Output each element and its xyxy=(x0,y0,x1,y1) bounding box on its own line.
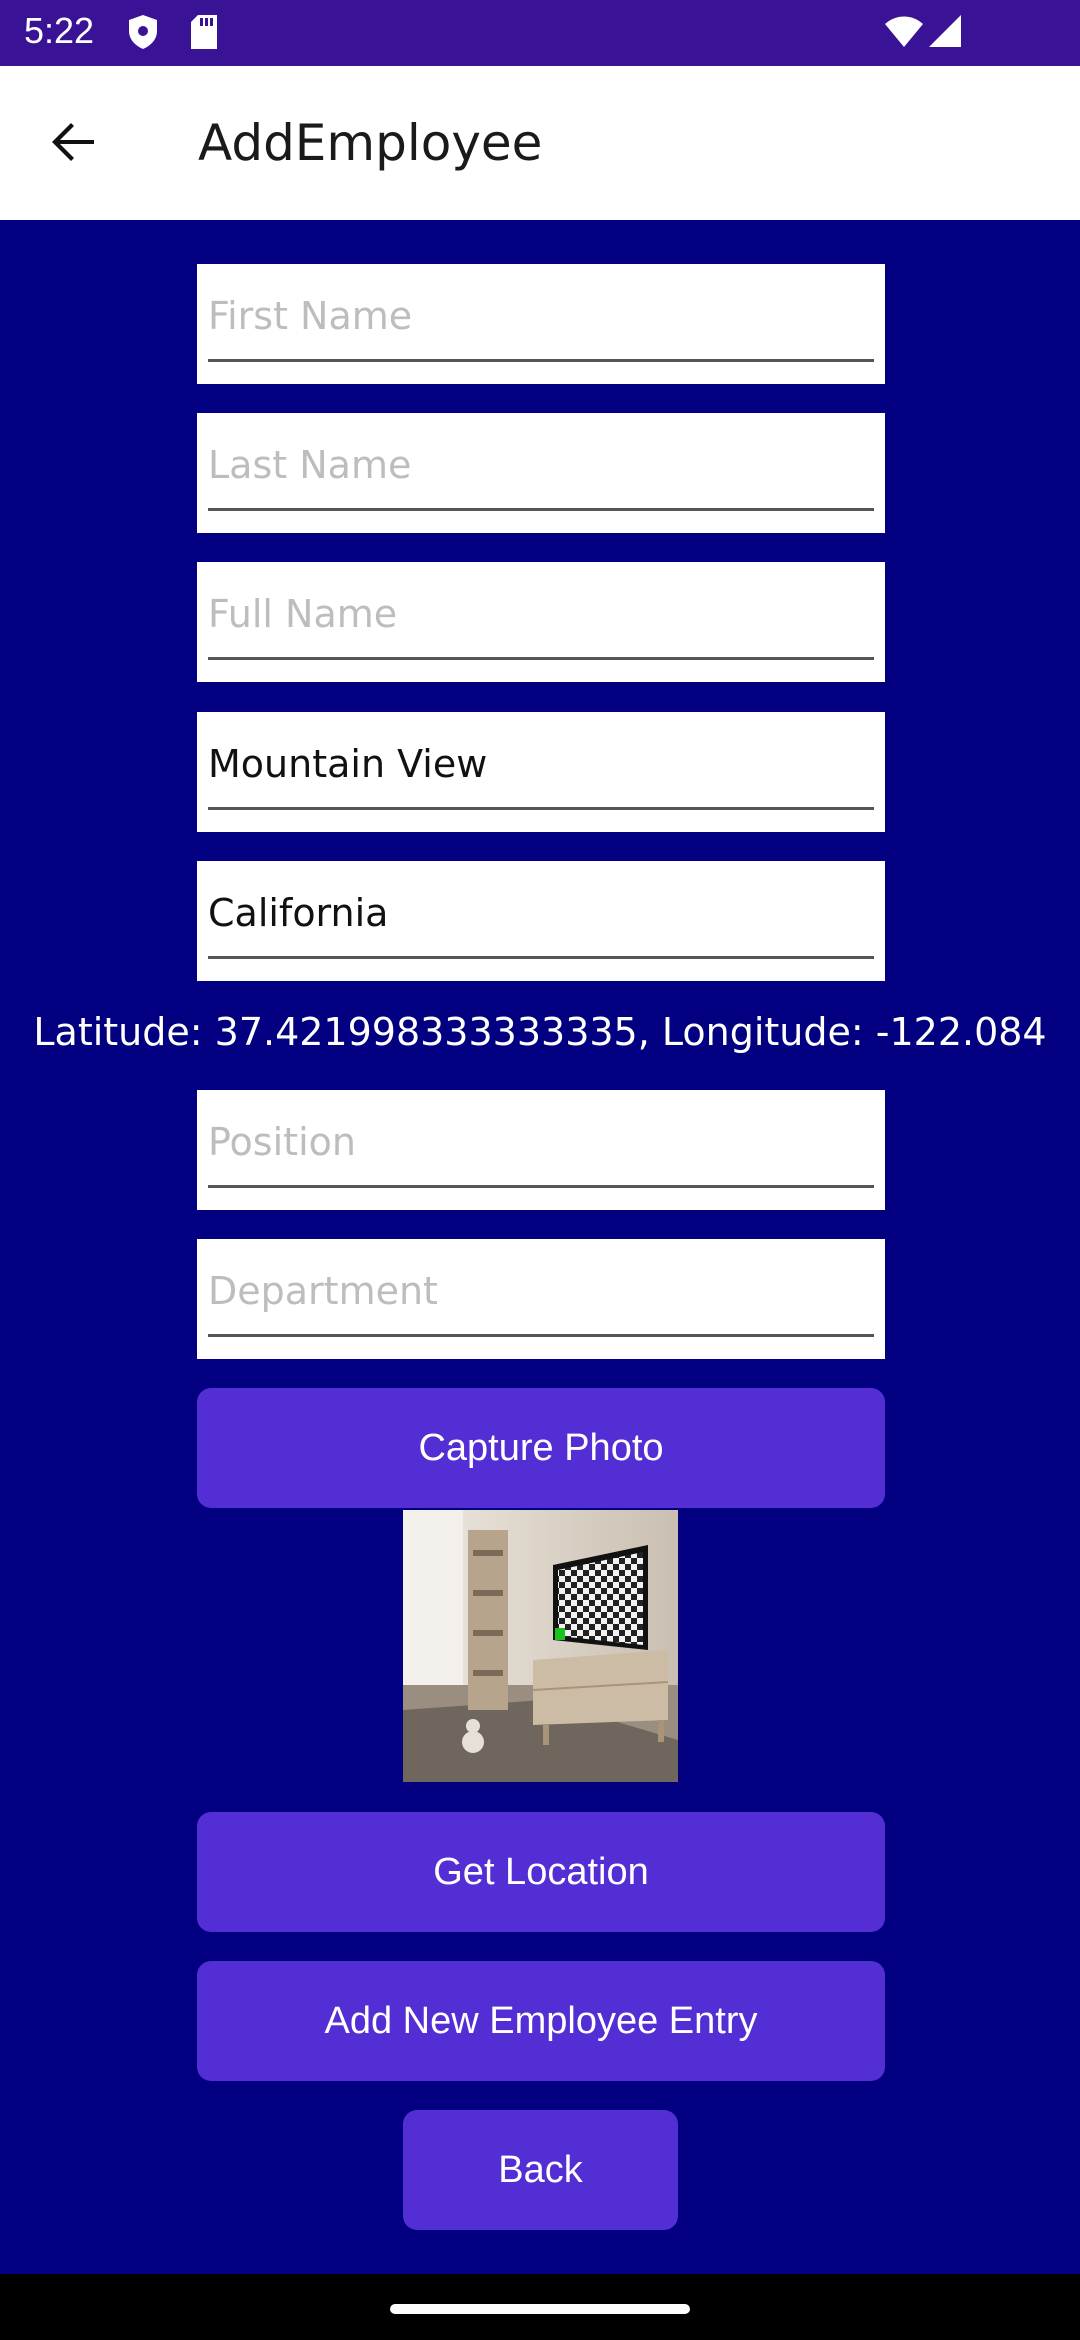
position-field[interactable]: Position xyxy=(197,1090,885,1210)
back-button[interactable]: Back xyxy=(403,2110,678,2230)
arrow-back-icon[interactable] xyxy=(44,112,104,172)
full-name-field[interactable]: Full Name xyxy=(197,562,885,682)
full-name-underline xyxy=(208,657,874,660)
add-employee-button[interactable]: Add New Employee Entry xyxy=(197,1961,885,2081)
last-name-underline xyxy=(208,508,874,511)
first-name-underline xyxy=(208,359,874,362)
first-name-field[interactable]: First Name xyxy=(197,264,885,384)
first-name-placeholder: First Name xyxy=(208,294,413,338)
last-name-field[interactable]: Last Name xyxy=(197,413,885,533)
get-location-button[interactable]: Get Location xyxy=(197,1812,885,1932)
department-placeholder: Department xyxy=(208,1269,438,1313)
city-field[interactable]: Mountain View xyxy=(197,712,885,832)
state-value: California xyxy=(208,891,389,935)
home-gesture-handle[interactable] xyxy=(390,2304,690,2314)
status-time: 5:22 xyxy=(24,10,95,51)
shield-icon xyxy=(129,15,157,49)
signal-icon xyxy=(929,15,961,47)
city-value: Mountain View xyxy=(208,742,488,786)
department-field[interactable]: Department xyxy=(197,1239,885,1359)
app-bar: AddEmployee xyxy=(0,66,1080,220)
state-field[interactable]: California xyxy=(197,861,885,981)
last-name-placeholder: Last Name xyxy=(208,443,412,487)
full-name-placeholder: Full Name xyxy=(208,592,398,636)
department-underline xyxy=(208,1334,874,1337)
sd-card-icon xyxy=(191,15,217,49)
position-underline xyxy=(208,1185,874,1188)
location-text: Latitude: 37.421998333333335, Longitude:… xyxy=(33,1010,1047,1054)
city-underline xyxy=(208,807,874,810)
employee-photo xyxy=(403,1510,678,1782)
page-title: AddEmployee xyxy=(198,114,543,172)
position-placeholder: Position xyxy=(208,1120,356,1164)
state-underline xyxy=(208,956,874,959)
capture-photo-button[interactable]: Capture Photo xyxy=(197,1388,885,1508)
wifi-icon xyxy=(885,16,923,47)
status-bar: 5:22 xyxy=(0,0,1080,66)
